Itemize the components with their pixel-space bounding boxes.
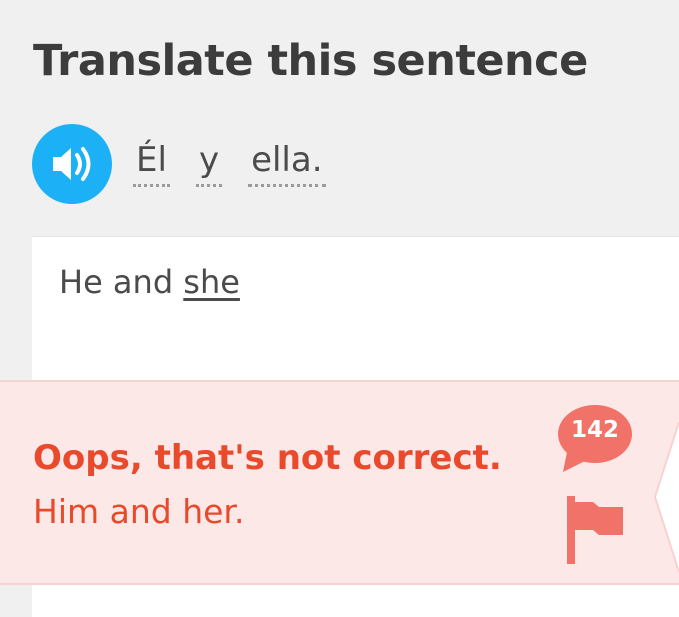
feedback-panel: Oops, that's not correct. Him and her. 1…	[0, 380, 679, 585]
panel-edge-chevron	[653, 422, 679, 572]
prompt-sentence: Él y ella.	[133, 140, 326, 187]
speaker-icon	[53, 147, 91, 181]
discussion-button[interactable]: 142	[557, 402, 635, 472]
answer-text: He and she	[59, 263, 240, 301]
correct-solution: Him and her.	[33, 492, 245, 531]
comment-count: 142	[570, 417, 619, 443]
answer-error-word: she	[183, 263, 240, 301]
feedback-title: Oops, that's not correct.	[33, 438, 502, 478]
report-flag-icon[interactable]	[565, 496, 625, 566]
page-title: Translate this sentence	[33, 36, 588, 86]
play-audio-button[interactable]	[32, 124, 112, 204]
prompt-word[interactable]: Él	[133, 140, 170, 187]
prompt-word[interactable]: y	[195, 140, 223, 187]
prompt-word[interactable]: ella.	[248, 140, 326, 187]
answer-text-part: He and	[59, 263, 184, 301]
